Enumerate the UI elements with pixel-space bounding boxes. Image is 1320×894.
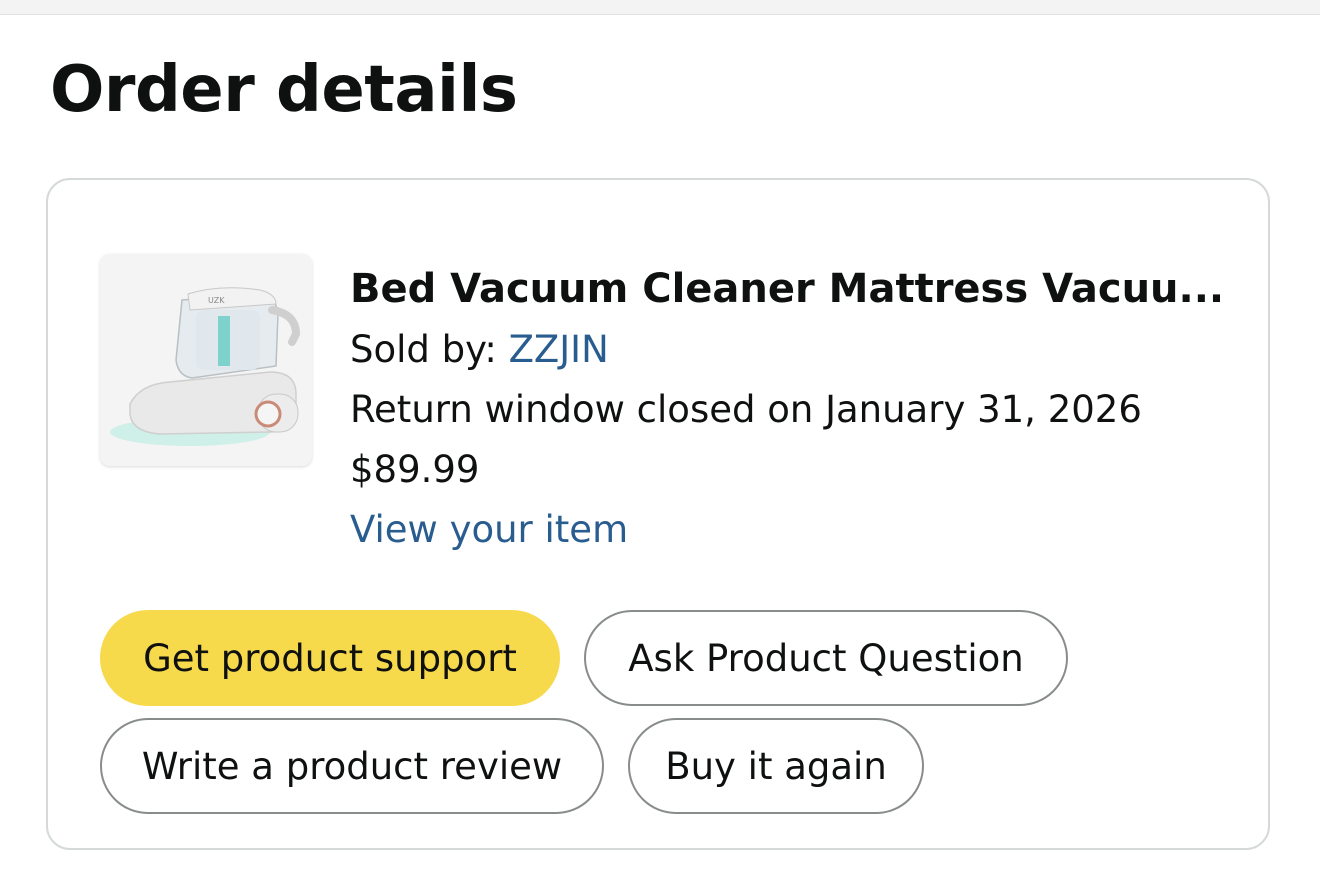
svg-text:UZK: UZK [208,296,225,305]
order-item-card: UZK Bed Vacuum Cleaner Mattress Vacuu...… [46,178,1270,850]
top-divider [0,0,1320,15]
vacuum-image-icon: UZK [100,254,312,466]
page-title: Order details [50,53,518,127]
return-window-status: Return window closed on January 31, 2026 [350,388,1142,431]
item-price: $89.99 [350,448,480,491]
seller-link[interactable]: ZZJIN [509,328,609,371]
product-title[interactable]: Bed Vacuum Cleaner Mattress Vacuu... [350,258,1230,320]
product-info: Bed Vacuum Cleaner Mattress Vacuu... Sol… [350,258,1230,560]
sold-by-row: Sold by: ZZJIN [350,320,1230,380]
write-product-review-button[interactable]: Write a product review [100,718,604,814]
get-product-support-button[interactable]: Get product support [100,610,560,706]
view-item-link[interactable]: View your item [350,500,1230,560]
sold-by-label: Sold by: [350,328,497,371]
buy-it-again-button[interactable]: Buy it again [628,718,924,814]
ask-product-question-button[interactable]: Ask Product Question [584,610,1068,706]
product-image[interactable]: UZK [100,254,312,466]
